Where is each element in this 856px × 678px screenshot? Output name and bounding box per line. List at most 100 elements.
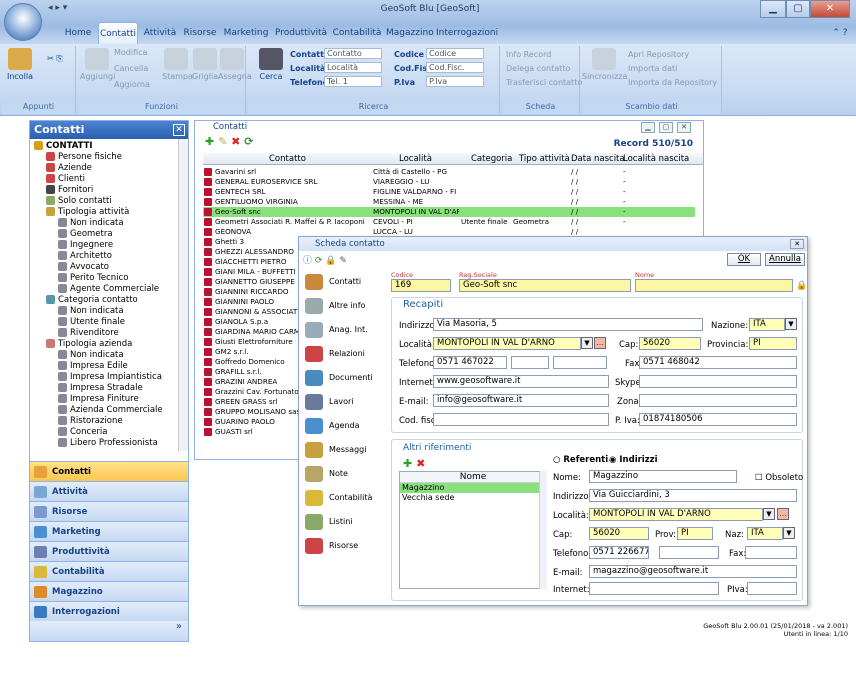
- tab-home[interactable]: Home: [58, 22, 98, 44]
- open-repo-button[interactable]: Apri Repository: [628, 50, 689, 59]
- column-header[interactable]: Data nascita: [571, 154, 625, 164]
- tree-item[interactable]: Ristorazione: [58, 416, 123, 426]
- table-row[interactable]: Geometri Associati R. Maffei & P. Iacopo…: [203, 217, 695, 227]
- tab-contabilita[interactable]: Contabilità: [332, 22, 382, 44]
- ref-prov-field[interactable]: PI: [677, 527, 713, 540]
- dialog-section-item[interactable]: Agenda: [305, 415, 375, 437]
- tab-magazzino[interactable]: Magazzino: [386, 22, 434, 44]
- tree-item[interactable]: Impresa Finiture: [58, 394, 139, 404]
- close-icon[interactable]: ✕: [790, 239, 804, 249]
- email-field[interactable]: info@geosoftware.it: [433, 394, 609, 407]
- attach-icon[interactable]: ✎: [339, 256, 347, 266]
- search-localita-input[interactable]: Località: [324, 62, 382, 73]
- restore-icon[interactable]: ▢: [659, 122, 673, 133]
- tree-item[interactable]: Tipologia azienda: [46, 339, 132, 349]
- modify-button[interactable]: Modifica: [114, 48, 158, 57]
- more-options-icon[interactable]: …: [777, 508, 789, 520]
- ref-cap-field[interactable]: 56020: [589, 527, 649, 540]
- assign-button[interactable]: Assegna: [218, 48, 252, 81]
- ref-indirizzo-field[interactable]: Via Guicciardini, 3: [589, 489, 797, 502]
- tab-risorse[interactable]: Risorse: [182, 22, 218, 44]
- indirizzo-field[interactable]: Via Masoria, 5: [433, 318, 703, 331]
- chevron-down-icon[interactable]: ▼: [785, 318, 797, 330]
- column-header[interactable]: Contatto: [269, 154, 306, 164]
- nazione-field[interactable]: ITA: [749, 318, 785, 331]
- ref-naz-field[interactable]: ITA: [747, 527, 783, 540]
- telefono2-field[interactable]: [511, 356, 549, 369]
- dialog-section-item[interactable]: Messaggi: [305, 439, 375, 461]
- column-header[interactable]: Tipo attività: [519, 154, 570, 164]
- tree-item[interactable]: Architetto: [58, 251, 112, 261]
- column-header[interactable]: Categoria: [471, 154, 512, 164]
- internet-field[interactable]: www.geosoftware.it: [433, 375, 609, 388]
- nav-button[interactable]: Interrogazioni: [30, 601, 188, 621]
- dialog-section-item[interactable]: Altre info: [305, 295, 375, 317]
- dialog-section-item[interactable]: Lavori: [305, 391, 375, 413]
- maximize-button[interactable]: ▢: [786, 0, 810, 18]
- indirizzi-radio[interactable]: ◉ Indirizzi: [609, 455, 658, 465]
- cap-field[interactable]: 56020: [639, 337, 701, 350]
- nome-field[interactable]: [635, 279, 793, 292]
- delete-button[interactable]: Cancella: [114, 64, 158, 73]
- import-data-button[interactable]: Importa dati: [628, 64, 677, 73]
- import-repo-button[interactable]: Importa da Repository: [628, 78, 717, 87]
- tree-item[interactable]: CONTATTI: [34, 141, 93, 151]
- dialog-section-item[interactable]: Documenti: [305, 367, 375, 389]
- search-button[interactable]: Cerca: [254, 48, 288, 81]
- tree-item[interactable]: Clienti: [46, 174, 85, 184]
- ref-fax-field[interactable]: [745, 546, 797, 559]
- lock-icon[interactable]: 🔒: [796, 281, 807, 291]
- cut-icon[interactable]: ✂ ⎘: [40, 54, 70, 64]
- tree-item[interactable]: Avvocato: [58, 262, 109, 272]
- refresh-icon[interactable]: ⟳: [244, 135, 253, 148]
- trasferisci-button[interactable]: Trasferisci contatto: [506, 78, 582, 87]
- telefono3-field[interactable]: [553, 356, 607, 369]
- tree-item[interactable]: Non indicata: [58, 218, 124, 228]
- skype-field[interactable]: [639, 375, 797, 388]
- dialog-section-item[interactable]: Listini: [305, 511, 375, 533]
- table-row[interactable]: GENERAL EUROSERVICE SRL VIAREGGIO - LU / /…: [203, 177, 695, 187]
- print-button[interactable]: Stampa: [162, 48, 193, 81]
- tree-item[interactable]: Azienda Commerciale: [58, 405, 163, 415]
- column-header[interactable]: Località nascita: [623, 154, 689, 164]
- tree-item[interactable]: Persone fisiche: [46, 152, 122, 162]
- minimize-icon[interactable]: ▁: [641, 122, 655, 133]
- tree-item[interactable]: Geometra: [58, 229, 113, 239]
- info-icon[interactable]: ⓘ: [303, 256, 312, 266]
- referenti-radio[interactable]: ○ Referenti: [553, 455, 608, 465]
- refresh-button[interactable]: Aggiorna: [114, 80, 164, 89]
- info-record-button[interactable]: Info Record: [506, 50, 551, 59]
- chevron-down-icon[interactable]: ▼: [783, 527, 795, 539]
- fax-field[interactable]: 0571 468042: [639, 356, 797, 369]
- tree-item[interactable]: Non indicata: [58, 306, 124, 316]
- ref-nome-field[interactable]: Magazzino: [589, 470, 737, 483]
- ref-localita-field[interactable]: MONTOPOLI IN VAL D'ARNO: [589, 508, 763, 521]
- tree-item[interactable]: Categoria contatto: [46, 295, 138, 305]
- close-window-button[interactable]: ✕: [810, 0, 850, 18]
- dialog-section-item[interactable]: Contabilità: [305, 487, 375, 509]
- ok-button[interactable]: OK: [727, 253, 761, 266]
- nav-button[interactable]: Magazzino: [30, 581, 188, 601]
- tree-item[interactable]: Conceria: [58, 427, 108, 437]
- search-codice-input[interactable]: Codice: [426, 48, 484, 59]
- dialog-section-item[interactable]: Note: [305, 463, 375, 485]
- tree-item[interactable]: Impresa Stradale: [58, 383, 143, 393]
- tree-item[interactable]: Tipologia attività: [46, 207, 129, 217]
- ref-internet-field[interactable]: [589, 582, 719, 595]
- tab-marketing[interactable]: Marketing: [222, 22, 270, 44]
- dialog-section-item[interactable]: Contatti: [305, 271, 375, 293]
- obsoleto-checkbox[interactable]: ☐ Obsoleto: [755, 473, 803, 483]
- ragsoc-field[interactable]: Geo-Soft snc: [459, 279, 631, 292]
- table-row[interactable]: GENTILUOMO VIRGINIA MESSINA - ME / / -: [203, 197, 695, 207]
- help-icon[interactable]: ⌃ ?: [826, 22, 854, 44]
- nav-button[interactable]: Produttività: [30, 541, 188, 561]
- list-scrollbar[interactable]: [539, 471, 547, 589]
- nav-button[interactable]: Risorse: [30, 501, 188, 521]
- tab-attivita[interactable]: Attività: [140, 22, 180, 44]
- more-options-icon[interactable]: …: [594, 337, 606, 349]
- search-piva-input[interactable]: P.Iva: [426, 76, 484, 87]
- tree-item[interactable]: Fornitori: [46, 185, 93, 195]
- grid-button[interactable]: Griglia: [192, 48, 218, 81]
- refresh-icon[interactable]: ⟳: [315, 256, 323, 266]
- ref-telefono-field[interactable]: 0571 226677: [589, 546, 649, 559]
